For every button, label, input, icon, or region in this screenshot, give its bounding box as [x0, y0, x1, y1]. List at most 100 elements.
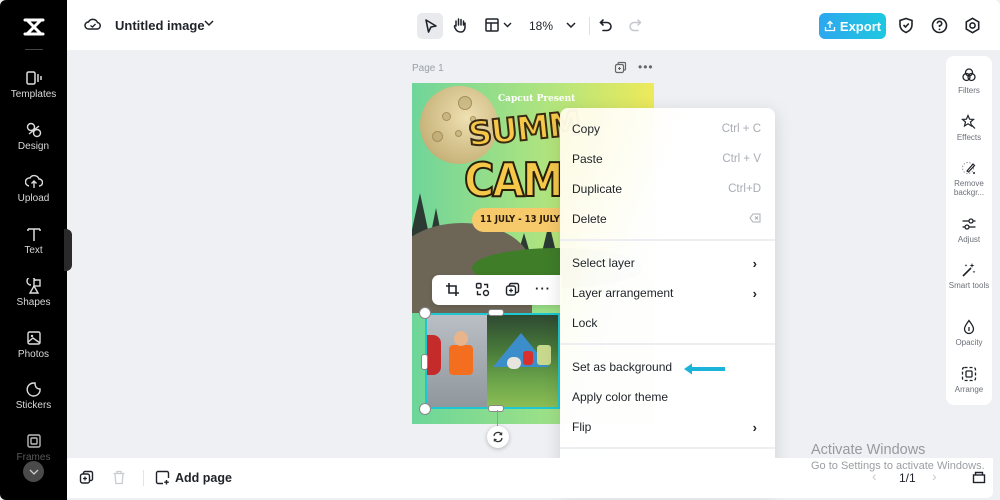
shapes-icon — [25, 278, 41, 294]
crop-icon[interactable] — [445, 282, 460, 297]
right-tools-panel: Filters Effects Remove backgr... Adjust … — [946, 56, 992, 405]
sidebar-item-label: Stickers — [15, 400, 52, 411]
layout-icon[interactable] — [484, 17, 500, 33]
poster-headline-2: CAM — [463, 152, 565, 208]
chevron-right-icon: › — [752, 255, 757, 271]
export-button[interactable]: Export — [819, 13, 886, 39]
menu-divider — [560, 343, 775, 345]
chevron-right-icon: › — [752, 419, 757, 435]
menu-item-apply-color-theme[interactable]: Apply color theme — [560, 383, 775, 411]
layout-dropdown-chevron-icon[interactable] — [503, 22, 512, 28]
previous-page-icon[interactable]: ‹ — [872, 468, 877, 484]
shield-check-icon[interactable] — [898, 17, 914, 34]
tool-opacity[interactable]: Opacity — [946, 319, 992, 347]
sidebar-item-stickers[interactable]: Stickers — [0, 381, 67, 411]
redo-icon[interactable] — [627, 17, 643, 33]
zoom-dropdown-chevron-icon[interactable] — [566, 22, 576, 28]
resize-handle-top-left[interactable] — [419, 307, 431, 319]
tool-effects[interactable]: Effects — [946, 114, 992, 142]
text-icon — [26, 228, 41, 241]
effects-icon — [961, 114, 976, 129]
panel-collapse-toggle[interactable] — [64, 229, 72, 271]
duplicate-page-icon[interactable] — [614, 61, 627, 79]
menu-divider — [560, 447, 775, 449]
duplicate-layer-icon[interactable] — [505, 282, 520, 297]
menu-item-paste[interactable]: Paste Ctrl + V — [560, 145, 775, 173]
resize-handle-bottom[interactable] — [488, 405, 504, 412]
undo-icon[interactable] — [598, 17, 614, 33]
adjust-icon — [962, 218, 976, 230]
upload-share-icon — [824, 20, 836, 32]
resize-handle-left[interactable] — [421, 354, 428, 370]
add-page-button[interactable]: Add page — [155, 470, 232, 485]
selected-photo-layer[interactable] — [425, 313, 560, 409]
replace-image-icon[interactable] — [475, 282, 490, 297]
resize-handle-top[interactable] — [488, 309, 504, 316]
resize-handle-bottom-left[interactable] — [419, 403, 431, 415]
backspace-icon — [749, 213, 761, 226]
page-overview-icon[interactable] — [972, 470, 986, 484]
annotation-arrow-icon — [683, 362, 727, 381]
sidebar-scroll-down-button[interactable] — [23, 461, 44, 482]
sidebar-item-label: Templates — [10, 89, 57, 100]
shortcut-label: Ctrl + C — [721, 123, 761, 135]
zoom-level[interactable]: 18% — [529, 19, 553, 33]
tool-adjust[interactable]: Adjust — [946, 216, 992, 244]
tool-arrange[interactable]: Arrange — [946, 366, 992, 394]
select-tool-button[interactable] — [417, 13, 443, 39]
image-floating-toolbar: ··· — [432, 275, 562, 305]
duplicate-page-button-icon[interactable] — [79, 470, 94, 485]
sidebar-item-upload[interactable]: Upload — [0, 174, 67, 204]
top-toolbar: Untitled image 18% Export — [67, 0, 1000, 50]
more-options-icon[interactable]: ··· — [535, 281, 551, 296]
sidebar-item-label: Text — [24, 245, 43, 256]
context-menu: Copy Ctrl + C Paste Ctrl + V Duplicate C… — [560, 108, 775, 491]
menu-item-flip[interactable]: Flip › — [560, 413, 775, 441]
poster-subtitle: Capcut Present — [498, 94, 576, 104]
chevron-down-icon — [29, 469, 38, 475]
menu-item-select-layer[interactable]: Select layer › — [560, 249, 775, 277]
title-dropdown-chevron-icon[interactable] — [204, 20, 214, 27]
sidebar-item-label: Design — [17, 141, 50, 152]
capcut-logo[interactable] — [18, 14, 50, 40]
photos-icon — [26, 331, 41, 345]
sidebar-item-templates[interactable]: Templates — [0, 70, 67, 100]
document-title[interactable]: Untitled image — [115, 18, 205, 33]
sidebar-item-text[interactable]: Text — [0, 226, 67, 256]
upload-icon — [24, 174, 43, 188]
templates-icon — [25, 71, 42, 85]
add-page-icon — [155, 470, 170, 485]
menu-item-duplicate[interactable]: Duplicate Ctrl+D — [560, 175, 775, 203]
sidebar-item-shapes[interactable]: Shapes — [0, 278, 67, 308]
menu-item-layer-arrangement[interactable]: Layer arrangement › — [560, 279, 775, 307]
tool-remove-background[interactable]: Remove backgr... — [946, 160, 992, 197]
rotate-handle[interactable] — [487, 426, 509, 448]
next-page-icon[interactable]: › — [932, 468, 937, 484]
sidebar-item-photos[interactable]: Photos — [0, 330, 67, 360]
hand-tool-icon[interactable] — [451, 16, 469, 34]
menu-item-lock[interactable]: Lock — [560, 309, 775, 337]
shortcut-label: Ctrl + V — [722, 153, 761, 165]
opacity-icon — [963, 319, 975, 335]
frames-icon — [26, 434, 41, 448]
capcut-editor: Templates Design Upload Text Shapes Phot… — [0, 0, 1000, 500]
export-label: Export — [839, 18, 882, 34]
tool-filters[interactable]: Filters — [946, 67, 992, 95]
page-more-options-icon[interactable]: ••• — [638, 60, 654, 74]
magic-wand-icon — [962, 263, 976, 277]
settings-icon[interactable] — [964, 17, 981, 34]
menu-item-delete[interactable]: Delete — [560, 205, 775, 233]
menu-item-copy[interactable]: Copy Ctrl + C — [560, 115, 775, 143]
trash-icon[interactable] — [112, 470, 126, 485]
pointer-icon — [425, 19, 437, 33]
chevron-right-icon: › — [752, 285, 757, 301]
sidebar-item-frames[interactable]: Frames — [0, 433, 67, 463]
menu-item-set-as-background[interactable]: Set as background — [560, 353, 775, 381]
help-icon[interactable] — [931, 17, 948, 34]
page-label: Page 1 — [412, 63, 444, 74]
tool-smart-tools[interactable]: Smart tools — [946, 262, 992, 290]
design-icon — [26, 122, 41, 138]
sidebar-item-design[interactable]: Design — [0, 122, 67, 152]
sidebar-item-label: Upload — [17, 193, 50, 204]
cloud-sync-icon[interactable] — [84, 16, 102, 32]
